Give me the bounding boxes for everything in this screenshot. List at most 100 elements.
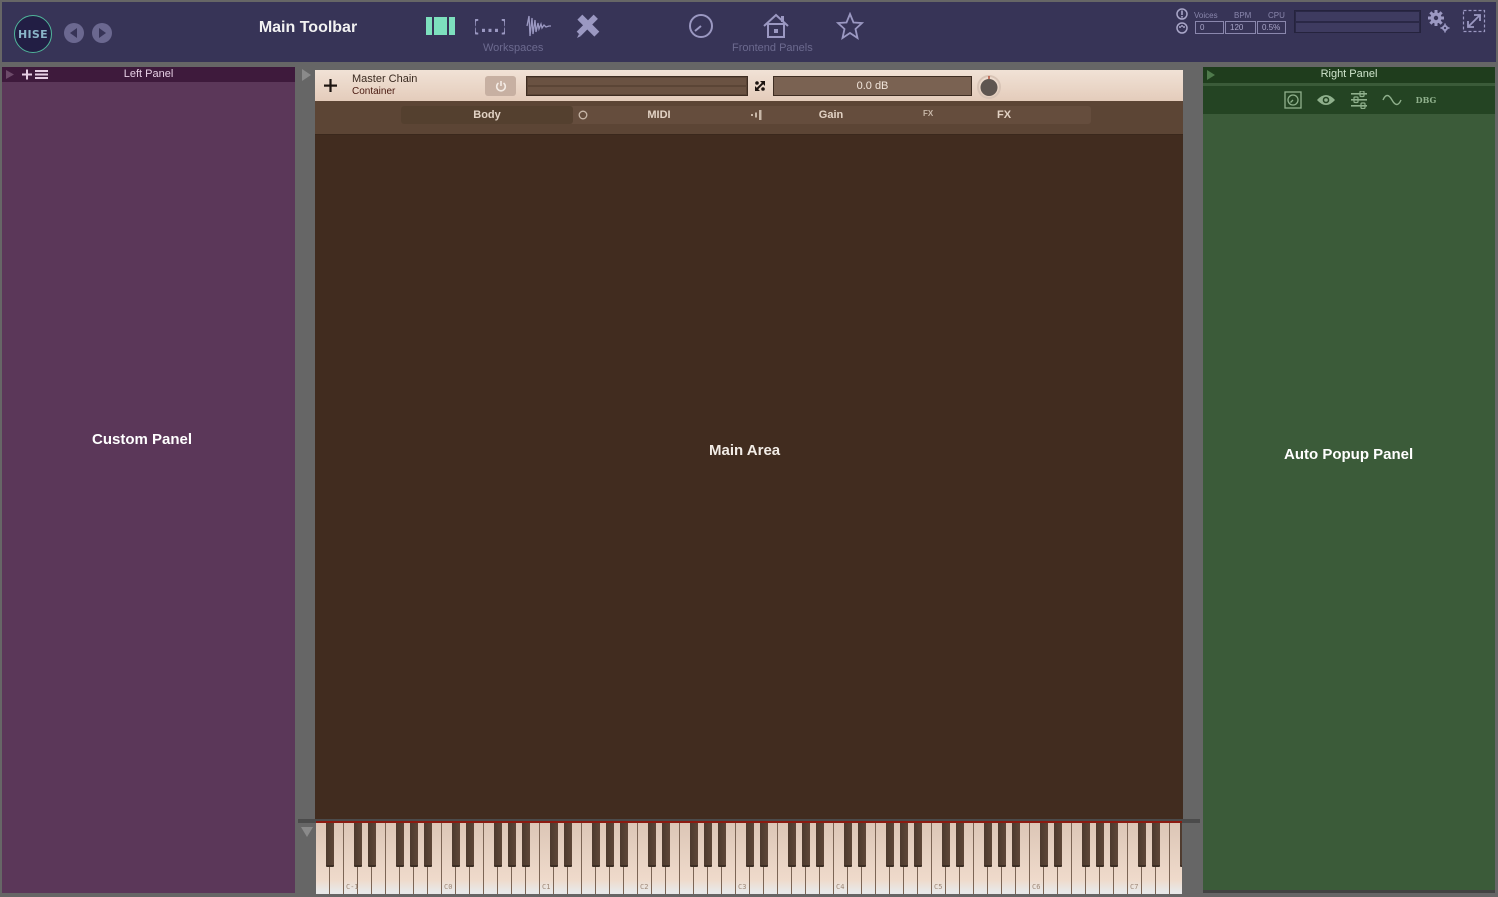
left-panel-title: Left Panel [123, 68, 174, 80]
tab-body[interactable]: Body [401, 106, 573, 124]
black-key[interactable] [844, 823, 852, 867]
cpu-value: 0.5% [1257, 21, 1286, 34]
eye-icon [1317, 95, 1335, 105]
black-key[interactable] [648, 823, 656, 867]
black-key[interactable] [1180, 823, 1182, 867]
forward-button[interactable] [92, 23, 112, 43]
black-key[interactable] [802, 823, 810, 867]
settings-gear-icon[interactable] [1427, 9, 1451, 33]
fullscreen-icon[interactable] [1462, 9, 1486, 33]
parameters-button[interactable] [1349, 90, 1369, 110]
workspaces-caption: Workspaces [483, 42, 544, 54]
black-key[interactable] [620, 823, 628, 867]
watch-variables-button[interactable] [1316, 90, 1336, 110]
right-panel: Right Panel DBG Auto Popup Panel [1203, 67, 1495, 893]
sample-editor-workspace-button[interactable] [524, 12, 554, 40]
black-key[interactable] [396, 823, 404, 867]
frontend-knob-button[interactable] [686, 12, 716, 40]
black-key[interactable] [914, 823, 922, 867]
code-editor-icon: {...} [475, 17, 505, 37]
hise-logo[interactable]: HISE [14, 15, 52, 53]
tab-gain[interactable]: Gain [745, 106, 917, 124]
black-key[interactable] [704, 823, 712, 867]
balance-knob[interactable] [977, 75, 1001, 99]
black-key[interactable] [998, 823, 1006, 867]
plugin-preview-button[interactable] [1283, 90, 1303, 110]
keyboard-collapse-triangle-icon[interactable] [301, 827, 313, 837]
tab-midi[interactable]: MIDI [573, 106, 745, 124]
black-key[interactable] [788, 823, 796, 867]
black-key[interactable] [452, 823, 460, 867]
octave-label: C1 [542, 883, 551, 891]
black-key[interactable] [984, 823, 992, 867]
black-key[interactable] [410, 823, 418, 867]
code-editor-workspace-button[interactable]: {...} [475, 12, 505, 40]
bypass-button[interactable] [485, 76, 516, 96]
center-collapse-triangle-icon[interactable] [302, 69, 311, 81]
black-key[interactable] [466, 823, 474, 867]
virtual-keyboard[interactable]: C-1 C0 C1 C2 C3 C4 C5 C6 C7 [316, 823, 1182, 894]
main-area: Master Chain Container 0.0 dB Body MIDI … [315, 70, 1183, 820]
module-name: Master Chain [352, 73, 418, 85]
black-key[interactable] [1012, 823, 1020, 867]
black-key[interactable] [662, 823, 670, 867]
black-key[interactable] [1054, 823, 1062, 867]
black-key[interactable] [1082, 823, 1090, 867]
logo-text: HISE [18, 27, 48, 41]
panic-icon[interactable] [1176, 8, 1188, 20]
octave-label: C2 [640, 883, 649, 891]
home-icon [763, 13, 789, 38]
black-key[interactable] [424, 823, 432, 867]
cpu-label: CPU [1268, 11, 1285, 20]
octave-label: C7 [1130, 883, 1139, 891]
black-key[interactable] [368, 823, 376, 867]
frontend-favorite-button[interactable] [835, 12, 865, 40]
main-editor-icon [426, 17, 455, 35]
debug-button[interactable]: DBG [1415, 90, 1437, 110]
black-key[interactable] [816, 823, 824, 867]
route-matrix-icon[interactable] [754, 80, 766, 92]
black-key[interactable] [508, 823, 516, 867]
black-key[interactable] [1040, 823, 1048, 867]
black-key[interactable] [690, 823, 698, 867]
black-key[interactable] [1138, 823, 1146, 867]
black-key[interactable] [1152, 823, 1160, 867]
bpm-value: 120 [1225, 21, 1256, 34]
black-key[interactable] [354, 823, 362, 867]
add-module-icon[interactable] [324, 79, 337, 92]
gain-slider[interactable]: 0.0 dB [773, 76, 972, 96]
main-editor-workspace-button[interactable] [426, 12, 456, 40]
black-key[interactable] [956, 823, 964, 867]
black-key[interactable] [550, 823, 558, 867]
black-key[interactable] [494, 823, 502, 867]
black-key[interactable] [1096, 823, 1104, 867]
frontend-home-button[interactable] [761, 12, 791, 40]
left-panel-header: Left Panel [2, 67, 295, 82]
black-key[interactable] [886, 823, 894, 867]
oscilloscope-button[interactable] [1382, 90, 1402, 110]
left-panel: Left Panel Custom Panel [2, 67, 295, 893]
black-key[interactable] [858, 823, 866, 867]
ui-designer-icon [576, 14, 600, 38]
hise-window: HISE Main Toolbar {...} [0, 0, 1498, 897]
ui-designer-workspace-button[interactable] [573, 12, 603, 40]
black-key[interactable] [1110, 823, 1118, 867]
black-key[interactable] [900, 823, 908, 867]
frontend-panels-caption: Frontend Panels [732, 42, 813, 54]
arrow-left-icon [70, 28, 77, 38]
black-key[interactable] [942, 823, 950, 867]
tab-fx[interactable]: FX [917, 106, 1091, 124]
voices-label: Voices [1194, 11, 1218, 20]
black-key[interactable] [760, 823, 768, 867]
black-key[interactable] [592, 823, 600, 867]
black-key[interactable] [564, 823, 572, 867]
black-key[interactable] [718, 823, 726, 867]
black-key[interactable] [606, 823, 614, 867]
right-panel-toolbar: DBG [1203, 86, 1495, 114]
black-key[interactable] [326, 823, 334, 867]
black-key[interactable] [522, 823, 530, 867]
right-panel-title: Right Panel [1320, 68, 1378, 80]
midi-input-icon[interactable] [1176, 22, 1188, 34]
back-button[interactable] [64, 23, 84, 43]
black-key[interactable] [746, 823, 754, 867]
